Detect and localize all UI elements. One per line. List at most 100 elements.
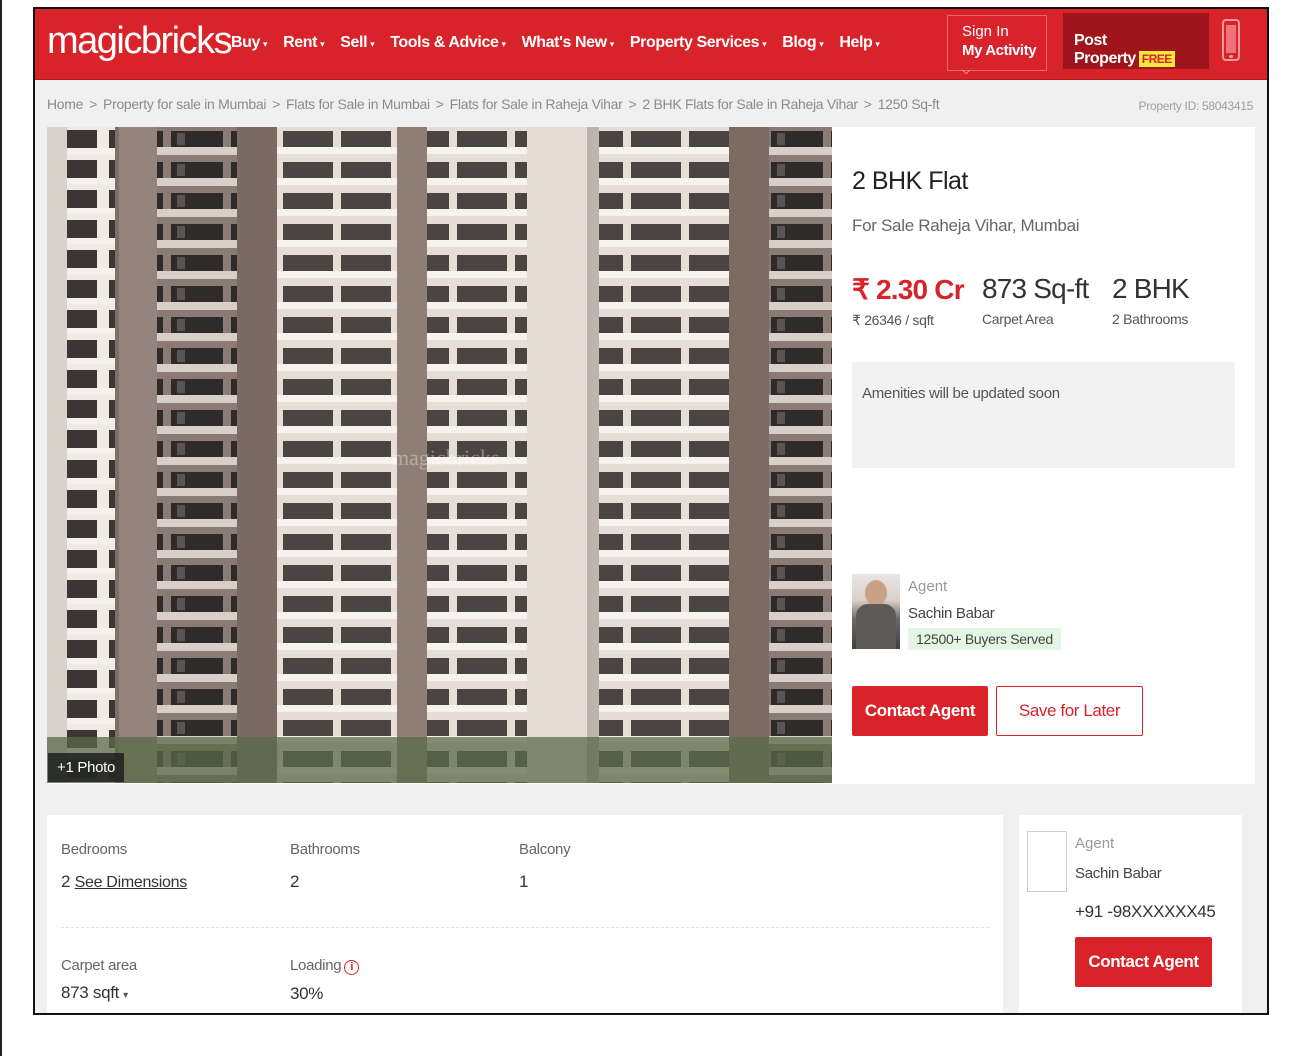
- breadcrumb-2bhk-raheja[interactable]: 2 BHK Flats for Sale in Raheja Vihar: [642, 96, 858, 112]
- area-value: 873 Sq-ft: [982, 273, 1089, 304]
- site-header: magicbricks Buy ▾ Rent ▾ Sell ▾ Tools & Adv…: [35, 9, 1267, 80]
- breadcrumb-property-mumbai[interactable]: Property for sale in Mumbai: [103, 96, 266, 112]
- breadcrumb-separator: >: [89, 96, 98, 112]
- chevron-down-icon: ▾: [263, 39, 268, 49]
- agent-role: Agent: [908, 578, 948, 595]
- nav-whats-new[interactable]: What's New ▾: [521, 34, 615, 52]
- carpet-area-value: 873 sqft: [61, 983, 120, 1002]
- chevron-down-icon: ▾: [875, 39, 880, 49]
- breadcrumb-home[interactable]: Home: [47, 96, 83, 112]
- chevron-down-icon: ▾: [762, 39, 767, 49]
- save-for-later-button[interactable]: Save for Later: [996, 686, 1143, 736]
- listing-title: 2 BHK Flat: [852, 167, 968, 195]
- signin-label: Sign In: [962, 23, 1009, 40]
- side-agent-role: Agent: [1075, 835, 1115, 852]
- carpet-area-label: Carpet area: [61, 957, 137, 974]
- area-label: Carpet Area: [982, 311, 1054, 327]
- nav-label: Tools & Advice: [390, 34, 499, 51]
- nav-label: Property Services: [629, 34, 760, 51]
- breadcrumb-flats-raheja[interactable]: Flats for Sale in Raheja Vihar: [450, 96, 623, 112]
- listing-location: For Sale Raheja Vihar, Mumbai: [852, 216, 1080, 235]
- nav-blog[interactable]: Blog ▾: [782, 34, 823, 52]
- chevron-down-icon: ▾: [370, 39, 375, 49]
- agent-side-card: Agent Sachin Babar +91 -98XXXXXX45 Conta…: [1019, 815, 1242, 1013]
- nav-help[interactable]: Help ▾: [839, 34, 880, 52]
- nav-property-services[interactable]: Property Services ▾: [629, 34, 767, 52]
- specs-card: Bedrooms 2 See Dimensions Bathrooms 2 Ba…: [47, 815, 1003, 1013]
- signin-button[interactable]: Sign In My Activity ⌵: [947, 15, 1047, 77]
- breadcrumb-separator: >: [272, 96, 281, 112]
- contact-agent-button[interactable]: Contact Agent: [852, 686, 988, 736]
- agent-name[interactable]: Sachin Babar: [908, 605, 995, 622]
- breadcrumb: Home > Property for sale in Mumbai > Flats f…: [47, 96, 940, 112]
- browser-viewport: magicbricks Buy ▾ Rent ▾ Sell ▾ Tools & Adv…: [33, 7, 1269, 1015]
- loading-value: 30%: [290, 984, 324, 1003]
- nav-label: Rent: [283, 34, 318, 51]
- price-stat: ₹ 2.30 Cr ₹ 26346 / sqft: [852, 273, 965, 329]
- nav-label: Help: [839, 34, 873, 51]
- mobile-app-icon[interactable]: [1222, 19, 1240, 61]
- photo-count-badge[interactable]: +1 Photo: [48, 753, 125, 782]
- bhk-stat: 2 BHK 2 Bathrooms: [1112, 273, 1190, 327]
- post-property-label: Post Property: [1074, 32, 1136, 67]
- my-activity-label: My Activity: [962, 42, 1037, 59]
- chevron-down-icon: ⌵: [962, 65, 970, 77]
- breadcrumb-separator: >: [628, 96, 637, 112]
- loading-label: Loading: [290, 957, 342, 974]
- spec-carpet-area: Carpet area 873 sqft ▾: [61, 957, 137, 1003]
- nav-sell[interactable]: Sell ▾: [340, 34, 374, 52]
- nav-label: Buy: [231, 34, 261, 51]
- spec-loading: Loading i 30%: [290, 957, 360, 1004]
- spec-bathrooms: Bathrooms 2: [290, 841, 360, 892]
- price-per-sqft: ₹ 26346 / sqft: [852, 312, 934, 328]
- price-value: ₹ 2.30 Cr: [852, 274, 965, 305]
- free-badge: FREE: [1138, 51, 1175, 67]
- breadcrumb-separator: >: [435, 96, 444, 112]
- spec-divider: [61, 927, 989, 928]
- photo-watermark: magicbricks: [392, 445, 500, 470]
- post-property-button[interactable]: Post Property FREE: [1063, 13, 1209, 69]
- side-agent-name[interactable]: Sachin Babar: [1075, 865, 1162, 882]
- info-icon[interactable]: i: [344, 960, 360, 975]
- main-nav: Buy ▾ Rent ▾ Sell ▾ Tools & Advice ▾ What's …: [231, 34, 896, 52]
- chevron-down-icon: ▾: [501, 39, 506, 49]
- unit-dropdown-icon[interactable]: ▾: [123, 990, 128, 1001]
- nav-label: What's New: [521, 34, 608, 51]
- nav-buy[interactable]: Buy ▾: [231, 34, 268, 52]
- breadcrumb-separator: >: [863, 96, 872, 112]
- nav-tools-advice[interactable]: Tools & Advice ▾: [390, 34, 506, 52]
- agent-face: [865, 580, 887, 606]
- chevron-down-icon: ▾: [609, 39, 615, 49]
- site-logo[interactable]: magicbricks: [47, 20, 233, 63]
- agent-avatar[interactable]: [852, 574, 900, 649]
- balcony-label: Balcony: [519, 841, 571, 858]
- side-contact-agent-button[interactable]: Contact Agent: [1075, 937, 1212, 987]
- property-id: Property ID: 58043415: [1138, 99, 1254, 113]
- breadcrumb-flats-mumbai[interactable]: Flats for Sale in Mumbai: [286, 96, 430, 112]
- chevron-down-icon: ▾: [819, 39, 824, 49]
- listing-details: 2 BHK Flat For Sale Raheja Vihar, Mumbai…: [852, 127, 1252, 783]
- bedrooms-value: 2: [61, 872, 71, 891]
- buyers-served-badge: 12500+ Buyers Served: [908, 628, 1061, 650]
- bedrooms-label: Bedrooms: [61, 841, 127, 858]
- spec-balcony: Balcony 1: [519, 841, 571, 892]
- agent-avatar-placeholder: [1027, 831, 1067, 892]
- bhk-value: 2 BHK: [1112, 273, 1190, 304]
- agent-phone: +91 -98XXXXXX45: [1075, 902, 1216, 921]
- listing-card: magicbricks +1 Photo 2 BHK Flat For Sale…: [47, 127, 1255, 784]
- bathrooms-value: 2: [290, 872, 300, 891]
- agent-block: Agent Sachin Babar 12500+ Buyers Served: [852, 574, 1232, 654]
- property-photo[interactable]: magicbricks +1 Photo: [47, 127, 832, 783]
- see-dimensions-link[interactable]: See Dimensions: [75, 874, 188, 891]
- bathrooms-label: 2 Bathrooms: [1112, 311, 1189, 327]
- balcony-value: 1: [519, 872, 529, 891]
- bathrooms-spec-label: Bathrooms: [290, 841, 360, 858]
- nav-label: Sell: [340, 34, 368, 51]
- spec-bedrooms: Bedrooms 2 See Dimensions: [61, 841, 187, 892]
- nav-rent[interactable]: Rent ▾: [283, 34, 325, 52]
- area-stat: 873 Sq-ft Carpet Area: [982, 273, 1089, 327]
- nav-label: Blog: [782, 34, 817, 51]
- breadcrumb-current: 1250 Sq-ft: [877, 96, 940, 112]
- amenities-box: Amenities will be updated soon: [852, 362, 1235, 468]
- chevron-down-icon: ▾: [320, 39, 325, 49]
